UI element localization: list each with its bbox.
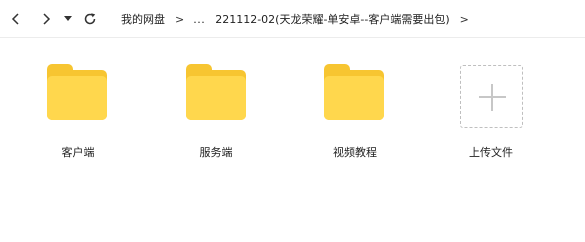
folder-item-server[interactable]: 服务端 [171,64,261,164]
chevron-left-icon [11,13,19,25]
navigation-toolbar: 我的网盘 > ... 221112-02(天龙荣耀-单安卓--客户端需要出包) … [0,0,585,38]
folder-icon [186,64,250,120]
forward-button[interactable] [36,9,56,29]
upload-label: 上传文件 [469,146,513,159]
breadcrumb-root[interactable]: 我的网盘 [121,11,165,27]
breadcrumb-current-folder[interactable]: 221112-02(天龙荣耀-单安卓--客户端需要出包) [215,11,449,27]
refresh-button[interactable] [80,9,100,29]
breadcrumb: 我的网盘 > ... 221112-02(天龙荣耀-单安卓--客户端需要出包) … [121,11,478,27]
folder-label: 服务端 [199,146,233,159]
chevron-right-icon [43,13,51,25]
breadcrumb-separator: > [459,12,469,26]
breadcrumb-ellipsis[interactable]: ... [193,13,205,26]
folder-label: 客户端 [61,146,95,159]
breadcrumb-separator: > [175,12,185,26]
folder-label: 视频教程 [333,146,377,159]
dashed-upload-frame [460,65,523,128]
caret-down-icon [64,16,72,21]
folder-icon [47,64,111,120]
refresh-icon [84,13,96,25]
upload-box [460,65,524,129]
folder-item-video-tutorial[interactable]: 视频教程 [310,64,400,164]
folder-icon [324,64,388,120]
plus-icon [491,84,493,111]
back-button[interactable] [6,9,26,29]
history-dropdown-button[interactable] [60,9,76,29]
folder-item-client[interactable]: 客户端 [33,64,123,164]
file-browser-page: 我的网盘 > ... 221112-02(天龙荣耀-单安卓--客户端需要出包) … [0,0,585,242]
upload-file-button[interactable]: 上传文件 [446,65,536,165]
